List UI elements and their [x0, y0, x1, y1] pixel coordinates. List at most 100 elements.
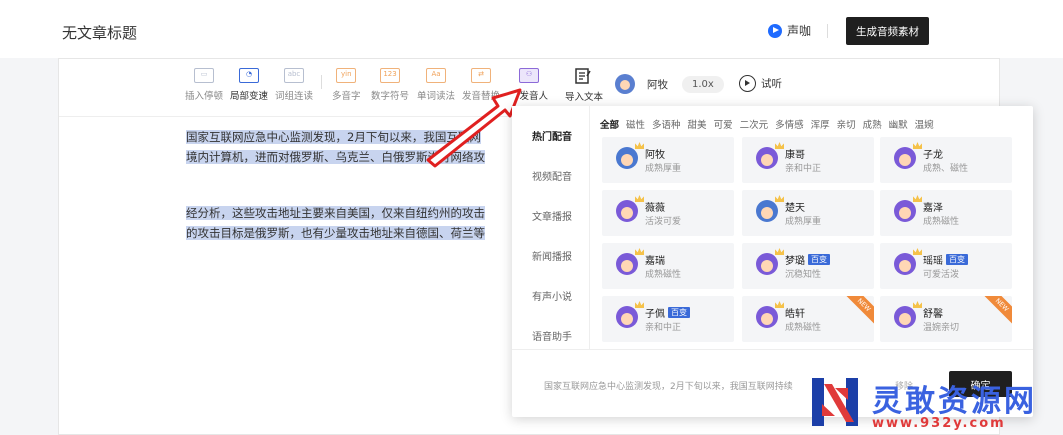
filter-tag[interactable]: 幽默: [889, 117, 908, 131]
voice-avatar: [894, 200, 916, 222]
voice-name: 楚天: [785, 203, 805, 214]
filter-tag[interactable]: 温婉: [915, 117, 934, 131]
word-link-label: 词组连读: [275, 91, 314, 102]
audition-label: 试听: [761, 78, 782, 90]
preview-text: 国家互联网应急中心监测发现，2月下旬以来，我国互联网持续: [544, 382, 793, 392]
voice-desc: 亲和中正: [645, 323, 682, 333]
crown-icon: [775, 248, 784, 255]
insert-pause-tool[interactable]: ▭ 插入停顿: [185, 68, 223, 102]
toolbar-divider: [321, 75, 322, 89]
pause-icon: ▭: [194, 68, 214, 83]
local-speed-tool[interactable]: ◔ 局部变速: [230, 68, 268, 102]
new-badge: NEW: [982, 296, 1012, 325]
brand-logo-icon: [768, 23, 782, 38]
category-assistant[interactable]: 语音助手: [532, 328, 572, 343]
voice-desc: 成熟厚重: [645, 164, 682, 174]
crown-icon: [775, 195, 784, 202]
voice-avatar: [756, 147, 778, 169]
play-icon: [739, 75, 756, 92]
import-doc-icon: [575, 68, 593, 84]
category-video[interactable]: 视频配音: [532, 168, 572, 183]
current-voice-selector[interactable]: 阿牧 1.0x: [615, 74, 724, 94]
voice-avatar: [616, 200, 638, 222]
voice-name: 阿牧: [645, 150, 665, 161]
category-list: 热门配音 视频配音 文章播报 新闻播报 有声小说 语音助手: [512, 106, 590, 349]
voice-tag: 百变: [946, 254, 968, 265]
voice-name: 皓轩: [785, 309, 805, 320]
voice-avatar: [756, 200, 778, 222]
speedometer-icon: ◔: [239, 68, 259, 83]
filter-tag[interactable]: 甜美: [688, 117, 707, 131]
voice-name: 瑶瑶: [923, 256, 943, 267]
category-article[interactable]: 文章播报: [532, 208, 572, 223]
crown-icon: [913, 142, 922, 149]
speed-selector[interactable]: 1.0x: [682, 75, 724, 93]
voice-avatar: [894, 253, 916, 275]
crown-icon: [635, 301, 644, 308]
filter-tag[interactable]: 磁性: [626, 117, 645, 131]
filter-tag[interactable]: 可爱: [714, 117, 733, 131]
current-voice-name: 阿牧: [647, 78, 668, 91]
import-text-tool[interactable]: 导入文本: [565, 68, 603, 103]
crown-icon: [913, 195, 922, 202]
voice-name: 嘉瑞: [645, 256, 665, 267]
voice-name: 子佩: [645, 309, 665, 320]
voice-desc: 亲和中正: [785, 164, 822, 174]
filter-tag[interactable]: 多情感: [775, 117, 804, 131]
watermark: 灵敢资源网 www.932y.com: [810, 372, 1063, 435]
crown-icon: [635, 248, 644, 255]
category-novel[interactable]: 有声小说: [532, 288, 572, 303]
voice-card[interactable]: 子龙 成熟、磁性: [880, 137, 1012, 183]
polyphone-label: 多音字: [332, 91, 361, 102]
voice-desc: 温婉亲切: [923, 323, 960, 333]
document-title[interactable]: 无文章标题: [62, 22, 137, 43]
word-link-tool[interactable]: abc 词组连读: [275, 68, 313, 102]
filter-tag[interactable]: 多语种: [652, 117, 681, 131]
voice-card[interactable]: 楚天 成熟厚重: [742, 190, 874, 236]
voice-avatar: [894, 306, 916, 328]
watermark-url: www.932y.com: [872, 416, 1006, 431]
crown-icon: [635, 142, 644, 149]
audition-button[interactable]: 试听: [739, 75, 782, 92]
voice-name: 嘉泽: [923, 203, 943, 214]
filter-tag[interactable]: 浑厚: [811, 117, 830, 131]
crown-icon: [635, 195, 644, 202]
voice-card[interactable]: 子佩 百变 亲和中正: [602, 296, 734, 342]
abc-icon: abc: [284, 68, 304, 83]
voice-tag: 百变: [808, 254, 830, 265]
number-symbol-label: 数字符号: [371, 91, 410, 102]
polyphone-tool[interactable]: yin 多音字: [332, 68, 361, 102]
filter-tag[interactable]: 全部: [600, 117, 619, 131]
voice-avatar: [616, 253, 638, 275]
new-badge: NEW: [844, 296, 874, 325]
crown-icon: [775, 301, 784, 308]
voice-card[interactable]: 嘉泽 成熟磁性: [880, 190, 1012, 236]
voice-card[interactable]: 康哥 亲和中正: [742, 137, 874, 183]
watermark-title: 灵敢资源网: [872, 384, 1037, 419]
paragraph-2[interactable]: 经分析，这些攻击地址主要来自美国，仅来自纽约州的攻击 的攻击目标是俄罗斯，也有少…: [186, 203, 516, 243]
voice-card[interactable]: 薇薇 活泼可爱: [602, 190, 734, 236]
voice-avatar: [894, 147, 916, 169]
text-line[interactable]: 经分析，这些攻击地址主要来自美国，仅来自纽约州的攻击: [186, 206, 485, 220]
voice-avatar: [616, 147, 638, 169]
brand-name: 声咖: [787, 24, 812, 38]
category-hot[interactable]: 热门配音: [532, 128, 572, 143]
voice-card[interactable]: 瑶瑶 百变 可爱活泼: [880, 243, 1012, 289]
filter-tag[interactable]: 二次元: [740, 117, 769, 131]
voice-card[interactable]: 皓轩 成熟磁性 NEW: [742, 296, 874, 342]
text-line[interactable]: 的攻击目标是俄罗斯，也有少量攻击地址来自德国、荷兰等: [186, 226, 485, 240]
filter-tag[interactable]: 亲切: [837, 117, 856, 131]
filter-tags: 全部 磁性 多语种 甜美 可爱 二次元 多情感 浑厚 亲切 成熟 幽默 温婉: [600, 117, 934, 131]
crown-icon: [913, 301, 922, 308]
voice-card[interactable]: 梦璐 百变 沉稳知性: [742, 243, 874, 289]
voice-name: 梦璐: [785, 256, 805, 267]
generate-audio-button[interactable]: 生成音频素材: [846, 17, 929, 45]
number-symbol-tool[interactable]: 123 数字符号: [371, 68, 409, 102]
pinyin-icon: yin: [336, 68, 357, 83]
voice-card[interactable]: 嘉瑞 成熟磁性: [602, 243, 734, 289]
voice-card[interactable]: 阿牧 成熟厚重: [602, 137, 734, 183]
voice-card[interactable]: 舒馨 温婉亲切 NEW: [880, 296, 1012, 342]
filter-tag[interactable]: 成熟: [863, 117, 882, 131]
category-news[interactable]: 新闻播报: [532, 248, 572, 263]
top-header: 无文章标题 声咖 生成音频素材: [0, 0, 1063, 58]
